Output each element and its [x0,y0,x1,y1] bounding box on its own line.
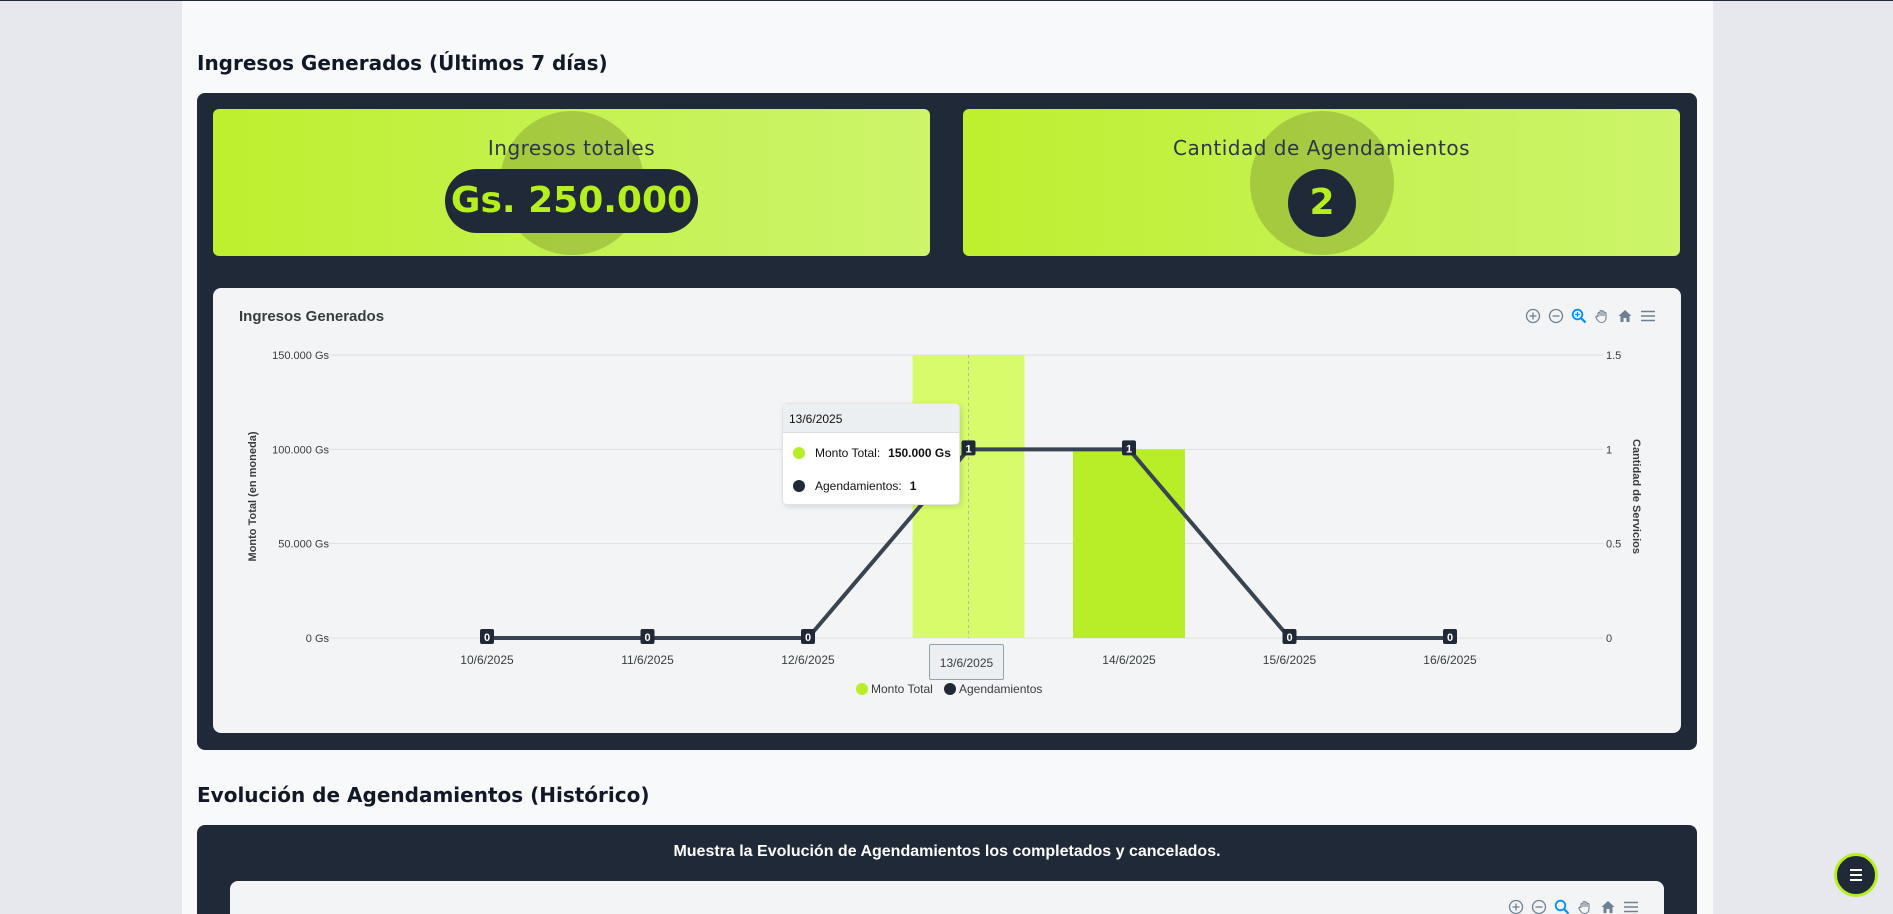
x-tick-label: 11/6/2025 [621,653,674,667]
evolution-caption: Muestra la Evolución de Agendamientos lo… [673,843,1221,860]
y-tick-label: 50.000 Gs [278,539,329,551]
tooltip-value-monto: 150.000 Gs [888,446,951,460]
floating-menu-button[interactable] [1834,853,1878,897]
income-chart-card: Ingresos Generados 0 0 0 1 1 0 0 0 Gs 50… [213,288,1681,733]
x-crosshair-label: 13/6/2025 [929,644,1004,680]
tooltip-row-monto: Monto Total: 150.000 Gs [793,446,951,460]
income-total-card: Ingresos totales Gs. 250.000 [213,109,930,256]
x-tick-label: 12/6/2025 [781,653,835,667]
x-tick-label: 14/6/2025 [1102,653,1156,667]
x-tick-label: 16/6/2025 [1423,653,1477,667]
x-tick-label: 10/6/2025 [460,653,514,667]
zoom-in-icon[interactable] [1506,897,1525,914]
y-tick-label: 150.000 Gs [272,350,329,362]
tooltip-date: 13/6/2025 [783,404,959,433]
tooltip-value-agend: 1 [909,479,917,493]
pan-hand-icon[interactable] [1575,897,1594,914]
data-label: 0 [644,632,650,644]
menu-icon[interactable] [1621,897,1640,914]
legend-label: Monto Total [871,682,933,696]
legend-marker [856,683,868,695]
data-label: 0 [484,632,490,644]
hamburger-icon [1850,869,1862,881]
income-total-value: Gs. 250.000 [445,169,698,233]
dashboard-page: Ingresos Generados (Últimos 7 días) Ingr… [182,1,1713,914]
appointments-count-card: Cantidad de Agendamientos 2 [963,109,1680,256]
y2-axis-title: Cantidad de Servicios [1630,439,1642,554]
bar [1073,449,1185,638]
y2-tick-label: 0 [1606,633,1612,645]
data-label: 1 [1126,443,1132,455]
tooltip-marker-monto [793,447,805,459]
x-tick-label: 15/6/2025 [1263,653,1317,667]
legend-label: Agendamientos [959,682,1042,696]
y-tick-label: 0 Gs [306,633,330,645]
data-label: 0 [805,632,811,644]
data-label: 0 [1447,632,1453,644]
evolution-chart-card [230,881,1664,914]
income-total-title: Ingresos totales [487,136,656,160]
income-panel: Ingresos totales Gs. 250.000 Cantidad de… [197,93,1697,750]
zoom-out-icon[interactable] [1529,897,1548,914]
data-label: 0 [1286,632,1292,644]
evolution-panel: Muestra la Evolución de Agendamientos lo… [197,825,1697,914]
tooltip-row-agend: Agendamientos: 1 [793,479,916,493]
appointments-count-title: Cantidad de Agendamientos [1173,136,1470,160]
home-reset-icon[interactable] [1598,897,1617,914]
tooltip-marker-agend [793,480,805,492]
zoom-select-icon[interactable] [1552,897,1571,914]
y-axis-title: Monto Total (en moneda) [247,431,259,561]
evolution-chart-toolbar [1506,897,1640,914]
y2-tick-label: 0.5 [1606,539,1621,551]
data-label: 1 [965,443,971,455]
tooltip-label-agend: Agendamientos: [815,479,902,493]
y2-tick-label: 1.5 [1606,350,1621,362]
section-title-evolution: Evolución de Agendamientos (Histórico) [197,783,650,807]
y2-tick-label: 1 [1606,444,1612,456]
chart-tooltip: 13/6/2025 Monto Total: 150.000 Gs Agenda… [782,403,960,505]
y-tick-label: 100.000 Gs [272,444,329,456]
legend-marker [944,683,956,695]
tooltip-label-monto: Monto Total: [815,446,881,460]
appointments-count-value: 2 [1288,169,1356,237]
section-title-income: Ingresos Generados (Últimos 7 días) [197,51,608,75]
